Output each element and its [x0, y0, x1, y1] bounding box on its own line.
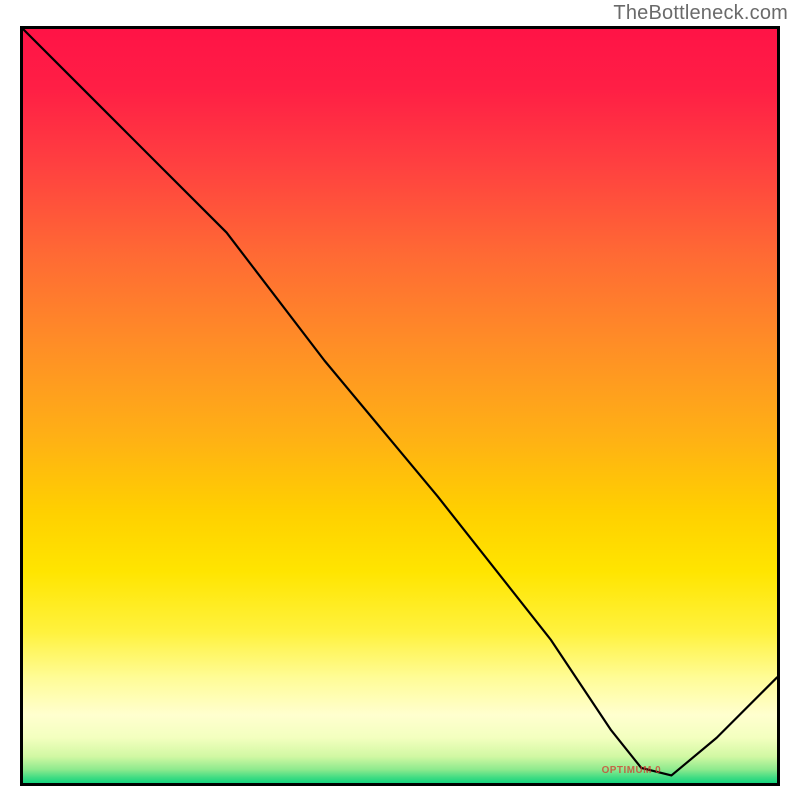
optimum-marker-label: OPTIMUM 0: [602, 765, 662, 776]
attribution-label: TheBottleneck.com: [613, 2, 788, 25]
bottleneck-curve: [23, 29, 777, 775]
chart-area: OPTIMUM 0: [20, 26, 780, 786]
line-plot: OPTIMUM 0: [23, 29, 777, 783]
